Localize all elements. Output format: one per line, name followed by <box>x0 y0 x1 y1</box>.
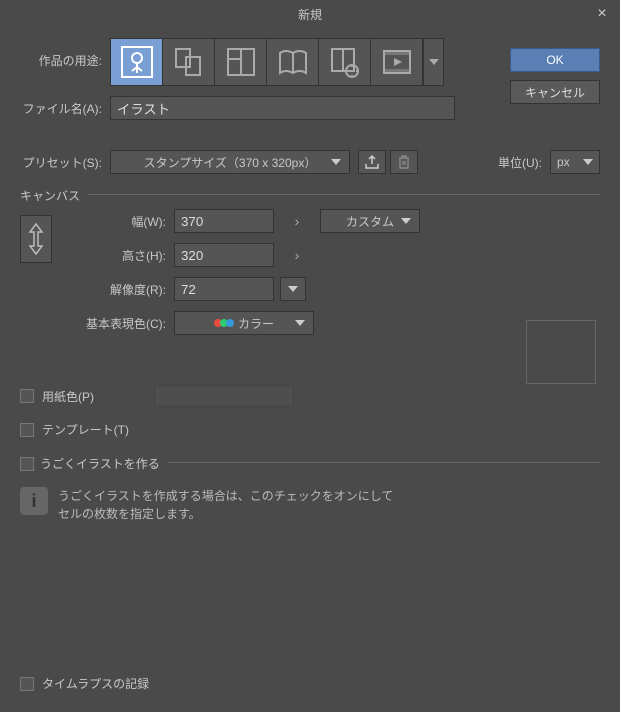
filename-label: ファイル名(A): <box>20 100 110 117</box>
color-dots-icon <box>214 319 232 327</box>
preset-select[interactable]: スタンプサイズ（370 x 320px） <box>110 150 350 174</box>
purpose-comic-icon[interactable] <box>163 39 215 85</box>
animation-legend: うごくイラストを作る <box>20 455 168 472</box>
height-input[interactable] <box>174 243 274 267</box>
purpose-selector <box>110 38 444 86</box>
unit-value: px <box>557 155 570 169</box>
template-checkbox[interactable] <box>20 423 34 437</box>
orientation-button[interactable] <box>20 215 52 263</box>
unit-select[interactable]: px <box>550 150 600 174</box>
width-swap-icon[interactable]: › <box>284 209 310 233</box>
chevron-down-icon <box>401 218 411 224</box>
cancel-button[interactable]: キャンセル <box>510 80 600 104</box>
width-label: 幅(W): <box>64 213 174 230</box>
purpose-animation-icon[interactable] <box>371 39 423 85</box>
template-label: テンプレート(T) <box>42 421 129 438</box>
chevron-down-icon <box>295 320 305 326</box>
ok-button[interactable]: OK <box>510 48 600 72</box>
canvas-preview <box>526 320 596 384</box>
timelapse-checkbox[interactable] <box>20 677 34 691</box>
save-preset-button[interactable] <box>358 150 386 174</box>
canvas-fieldset: キャンバス 幅(W): › カスタム 高さ(H): › <box>20 194 600 438</box>
delete-preset-button[interactable] <box>390 150 418 174</box>
filename-input[interactable] <box>110 96 455 120</box>
animation-label: うごくイラストを作る <box>40 455 160 472</box>
timelapse-label: タイムラプスの記録 <box>42 675 149 692</box>
purpose-layout-icon[interactable] <box>215 39 267 85</box>
resolution-label: 解像度(R): <box>64 281 174 298</box>
width-input[interactable] <box>174 209 274 233</box>
dialog-title: 新規 <box>298 6 322 23</box>
animation-checkbox[interactable] <box>20 457 34 471</box>
purpose-print-settings-icon[interactable] <box>319 39 371 85</box>
animation-info-text: うごくイラストを作成する場合は、このチェックをオンにして セルの枚数を指定します… <box>58 487 393 523</box>
resolution-dropdown-button[interactable] <box>280 277 306 301</box>
animation-fieldset: うごくイラストを作る i うごくイラストを作成する場合は、このチェックをオンにし… <box>20 462 600 523</box>
paper-color-swatch[interactable] <box>154 385 294 407</box>
info-icon: i <box>20 487 48 515</box>
colormode-label: 基本表現色(C): <box>64 315 174 332</box>
paper-color-label: 用紙色(P) <box>42 388 94 405</box>
resolution-input[interactable] <box>174 277 274 301</box>
paper-color-checkbox[interactable] <box>20 389 34 403</box>
height-label: 高さ(H): <box>64 247 174 264</box>
purpose-book-icon[interactable] <box>267 39 319 85</box>
canvas-legend: キャンバス <box>20 187 88 204</box>
size-preset-select[interactable]: カスタム <box>320 209 420 233</box>
purpose-illustration-icon[interactable] <box>111 39 163 85</box>
chevron-down-icon <box>583 159 593 165</box>
preset-label: プリセット(S): <box>20 154 110 171</box>
colormode-select[interactable]: カラー <box>174 311 314 335</box>
height-swap-icon[interactable]: › <box>284 243 310 267</box>
size-preset-value: カスタム <box>346 213 394 230</box>
purpose-dropdown-icon[interactable] <box>423 39 443 85</box>
purpose-label: 作品の用途: <box>20 38 110 69</box>
colormode-value: カラー <box>238 315 274 332</box>
preset-value: スタンプサイズ（370 x 320px） <box>144 154 317 171</box>
unit-label: 単位(U): <box>498 154 542 171</box>
close-button[interactable]: × <box>592 4 612 24</box>
chevron-down-icon <box>331 159 341 165</box>
